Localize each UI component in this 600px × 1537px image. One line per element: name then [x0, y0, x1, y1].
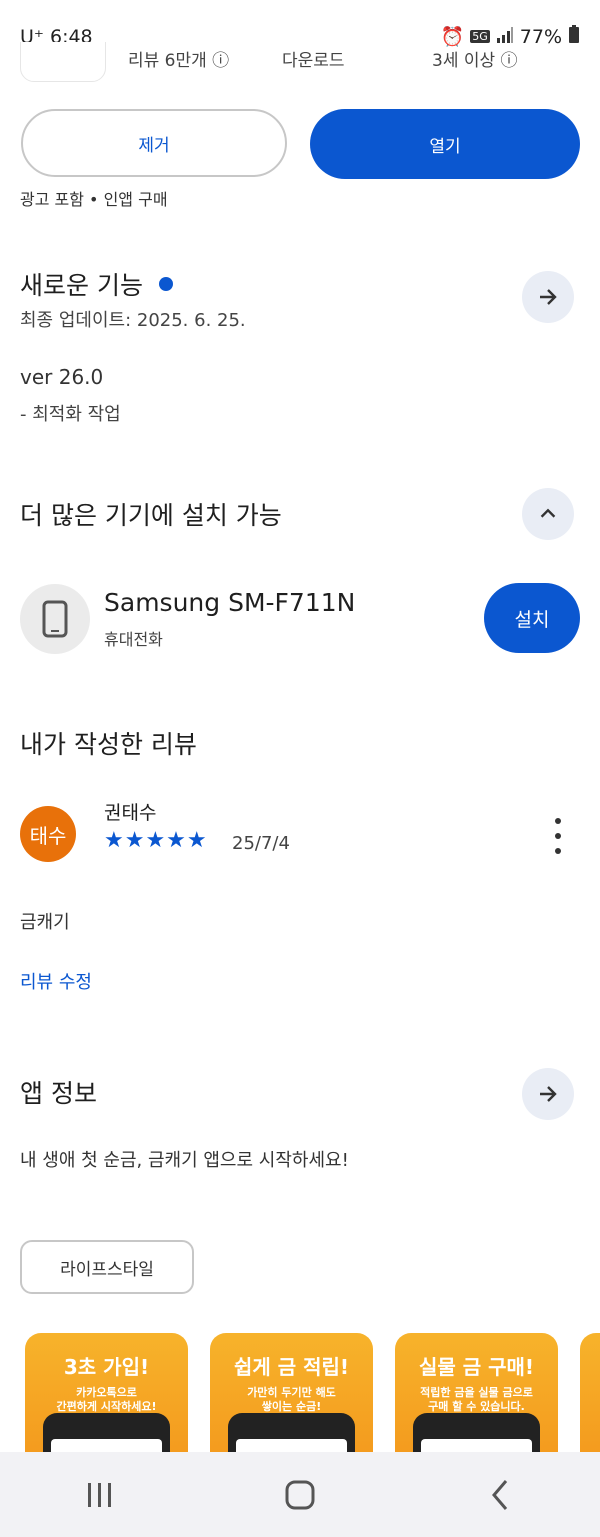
- phone-icon: [42, 600, 68, 638]
- last-updated: 최종 업데이트: 2025. 6. 25.: [20, 310, 246, 331]
- update-note: - 최적화 작업: [20, 404, 121, 425]
- stat-reviews: 리뷰 6만개 ⓘ: [128, 51, 230, 71]
- open-button[interactable]: 열기: [310, 109, 580, 179]
- screenshot-1-subtitle: 카카오톡으로 간편하게 시작하세요!: [56, 1386, 157, 1413]
- whats-new-arrow-button[interactable]: [522, 271, 574, 323]
- screenshot-3-subtitle: 적립한 금을 실물 금으로 구매 할 수 있습니다.: [420, 1386, 533, 1413]
- review-date: 25/7/4: [232, 833, 290, 854]
- screenshot-2-title: 쉽게 금 적립!: [233, 1355, 350, 1379]
- back-button[interactable]: [460, 1465, 540, 1525]
- avatar: 태수: [20, 806, 76, 862]
- back-icon: [492, 1479, 508, 1510]
- stat-downloads: 다운로드: [282, 51, 345, 71]
- star-rating: ★★★★★: [104, 828, 208, 853]
- arrow-right-icon: [540, 1086, 557, 1102]
- recents-button[interactable]: [60, 1465, 140, 1525]
- screenshot-3-title: 실물 금 구매!: [418, 1355, 535, 1379]
- more-devices-title: 더 많은 기기에 설치 가능: [20, 501, 282, 530]
- system-nav-bar: [0, 1452, 600, 1537]
- whats-new-title: 새로운 기능: [20, 271, 143, 300]
- app-description: 내 생애 첫 순금, 금캐기 앱으로 시작하세요!: [20, 1150, 349, 1171]
- arrow-right-icon: [540, 289, 557, 305]
- remove-button[interactable]: 제거: [21, 109, 287, 177]
- device-icon-circle: [20, 584, 90, 654]
- device-type: 휴대전화: [104, 630, 163, 649]
- home-button[interactable]: [260, 1465, 340, 1525]
- version-text: ver 26.0: [20, 365, 104, 389]
- screenshot-1-title: 3초 가입!: [63, 1355, 150, 1379]
- review-author: 권태수: [104, 802, 157, 824]
- app-icon: [20, 42, 106, 82]
- new-indicator-dot: [158, 277, 173, 291]
- collapse-devices-button[interactable]: [522, 488, 574, 540]
- stat-age-rating: 3세 이상 ⓘ: [432, 51, 518, 71]
- category-chip[interactable]: 라이프스타일: [20, 1240, 194, 1294]
- review-text: 금캐기: [20, 912, 70, 933]
- app-stats-row: 리뷰 6만개 ⓘ 다운로드 3세 이상 ⓘ: [20, 42, 580, 82]
- ad-note: 광고 포함 • 인앱 구매: [20, 190, 168, 209]
- whats-new-header[interactable]: 새로운 기능: [20, 266, 173, 302]
- recents-icon: [88, 1482, 111, 1507]
- screenshot-2-subtitle: 가만히 두기만 해도 쌓이는 순금!: [247, 1386, 336, 1413]
- install-button[interactable]: 설치: [484, 583, 580, 653]
- edit-review-link[interactable]: 리뷰 수정: [20, 968, 92, 994]
- device-name: Samsung SM-F711N: [104, 588, 356, 617]
- chevron-up-icon: [540, 508, 556, 518]
- app-info-arrow-button[interactable]: [522, 1068, 574, 1120]
- app-info-title: 앱 정보: [20, 1079, 97, 1108]
- more-vert-icon[interactable]: [546, 818, 570, 854]
- my-review-title: 내가 작성한 리뷰: [20, 730, 197, 759]
- home-icon: [285, 1480, 315, 1509]
